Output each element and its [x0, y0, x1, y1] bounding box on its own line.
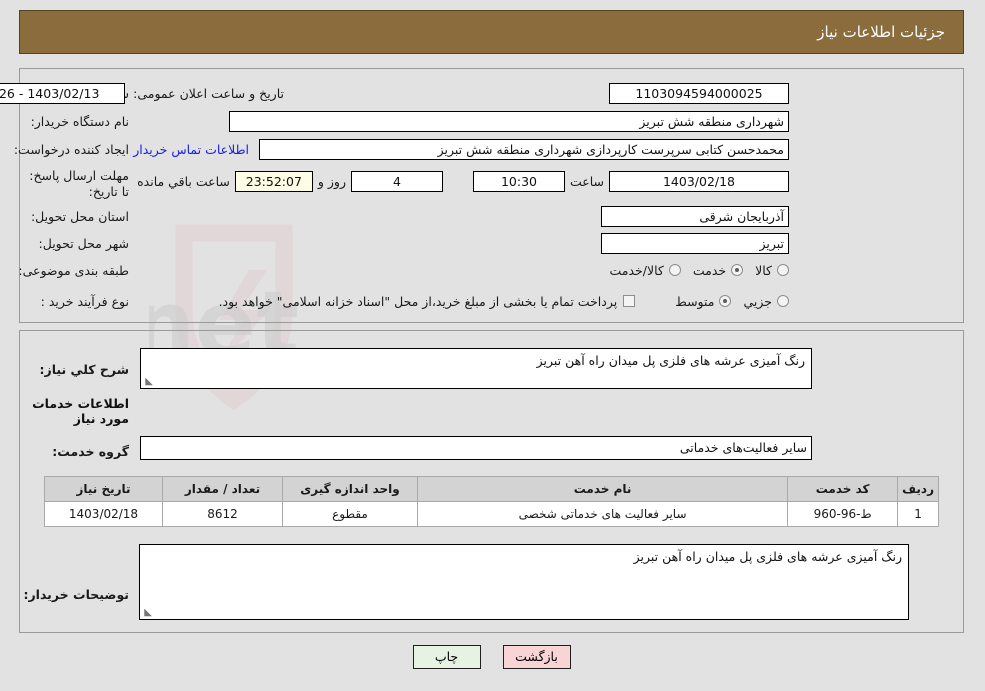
radio-category-khedmat-label: خدمت [693, 262, 728, 278]
city-field-wrap: تبریز [602, 232, 790, 254]
td-quantity: 8612 [163, 501, 284, 527]
buyer-org-label: نام دستگاه خریدار: [31, 113, 130, 129]
need-number-value[interactable]: 1103094594000025 [610, 82, 790, 104]
row-city: شهر محل تحویل: [40, 232, 130, 254]
need-info-panel [20, 68, 965, 323]
process-radio-group: جزیي متوسط پرداخت تمام یا بخشی از مبلغ خ… [208, 290, 790, 312]
table-row: 1 ط-96-960 سایر فعالیت های خدماتی شخصی م… [45, 501, 940, 527]
checkbox-treasury-bonds[interactable] [624, 295, 637, 307]
td-row-no: 1 [898, 501, 940, 527]
process-label: نوع فرآیند خرید : [41, 293, 130, 309]
checkbox-treasury-bonds-label: پرداخت تمام یا بخشی از مبلغ خرید،از محل … [219, 293, 619, 309]
requester-field-wrap: محمدحسن کتابی سرپرست کارپردازی شهرداری م… [134, 138, 790, 160]
deadline-hour-label: ساعت [570, 173, 605, 189]
td-need-date: 1403/02/18 [45, 501, 164, 527]
resize-grip-icon-2[interactable]: ◣ [143, 608, 153, 618]
radio-category-kala[interactable] [778, 264, 790, 276]
td-service-code: ط-96-960 [788, 501, 900, 527]
category-radio-group: کالا خدمت کالا/خدمت [598, 259, 790, 281]
th-row-no: ردیف [898, 476, 940, 502]
public-announce-value[interactable]: 1403/02/13 - 10:26 [0, 82, 127, 104]
td-service-name: سایر فعالیت های خدماتی شخصی [417, 501, 790, 527]
td-unit: مقطوع [283, 501, 419, 527]
page-title-bar: جزئیات اطلاعات نیاز [20, 10, 965, 54]
row-deadline: مهلت ارسال پاسخ: تا تاریخ: [20, 168, 130, 202]
service-group-label: گروه خدمت: [53, 443, 130, 459]
th-service-code: کد خدمت [788, 476, 900, 502]
row-process-type: نوع فرآیند خرید : [42, 290, 130, 312]
services-section-heading: اطلاعات خدمات مورد نیاز [33, 396, 130, 426]
buyer-contact-link[interactable]: اطلاعات تماس خریدار [134, 142, 250, 157]
radio-category-kala-khedmat[interactable] [669, 264, 682, 276]
need-desc-textarea[interactable]: رنگ آمیزی عرشه های فلزی پل میدان راه آهن… [141, 348, 813, 389]
print-button[interactable]: چاپ [413, 645, 482, 669]
remaining-days-label: روز و [318, 173, 347, 189]
row-need-desc: شرح کلي نیاز: [41, 358, 130, 380]
province-field-wrap: آذربایجان شرقی [602, 205, 790, 227]
radio-category-kala-label: کالا [756, 262, 773, 278]
radio-category-khedmat[interactable] [732, 264, 745, 276]
buyer-notes-label: توضیحات خریدار: [24, 586, 130, 602]
remaining-suffix-label: ساعت باقي مانده [138, 173, 231, 189]
requester-label: ایجاد کننده درخواست: [14, 141, 130, 157]
radio-process-jozei-label: جزیي [744, 293, 773, 309]
deadline-label: مهلت ارسال پاسخ: تا تاریخ: [30, 168, 130, 199]
deadline-date-value[interactable]: 1403/02/18 [610, 170, 790, 192]
public-announce-label: تاریخ و ساعت اعلان عمومی: [134, 85, 285, 101]
radio-category-kala-khedmat-label: کالا/خدمت [610, 262, 665, 278]
buyer-org-value[interactable]: شهرداری منطقه شش تبریز [230, 110, 790, 132]
page-root: AriaTender.net جزئیات اطلاعات نیاز شماره… [0, 0, 985, 691]
province-value[interactable]: آذربایجان شرقی [602, 205, 790, 227]
need-desc-label: شرح کلي نیاز: [40, 361, 130, 377]
resize-grip-icon[interactable]: ◣ [144, 377, 154, 387]
deadline-fields: 1403/02/18 ساعت 10:30 4 روز و 23:52:07 س… [133, 170, 790, 192]
province-label: استان محل تحویل: [31, 208, 130, 224]
category-label: طبقه بندی موضوعی: [19, 262, 130, 278]
radio-process-jozei[interactable] [778, 295, 790, 307]
back-button[interactable]: بازگشت [503, 645, 572, 669]
row-category: طبقه بندی موضوعی: [19, 259, 130, 281]
need-number-field-wrap: 1103094594000025 [610, 82, 790, 104]
row-public-announce: تاریخ و ساعت اعلان عمومی: 1403/02/13 - 1… [0, 82, 285, 104]
th-need-date: تاریخ نیاز [45, 476, 164, 502]
requester-value[interactable]: محمدحسن کتابی سرپرست کارپردازی شهرداری م… [260, 138, 790, 160]
buyer-notes-textarea[interactable]: رنگ آمیزی عرشه های فلزی پل میدان راه آهن… [140, 544, 910, 620]
service-group-value[interactable]: سایر فعالیت‌های خدماتی [141, 436, 813, 460]
city-label: شهر محل تحویل: [39, 235, 130, 251]
th-quantity: تعداد / مقدار [163, 476, 284, 502]
radio-process-motevaset-label: متوسط [676, 293, 716, 309]
deadline-time-value[interactable]: 10:30 [473, 170, 566, 192]
row-requester: ایجاد کننده درخواست: [15, 138, 130, 160]
buyer-notes-value: رنگ آمیزی عرشه های فلزی پل میدان راه آهن… [634, 549, 903, 564]
need-desc-value: رنگ آمیزی عرشه های فلزی پل میدان راه آهن… [537, 353, 806, 368]
table-header-row: ردیف کد خدمت نام خدمت واحد اندازه گیری ت… [45, 476, 940, 502]
page-title: جزئیات اطلاعات نیاز [818, 23, 946, 41]
row-buyer-org: نام دستگاه خریدار: [32, 110, 130, 132]
city-value[interactable]: تبریز [602, 232, 790, 254]
remaining-clock-value: 23:52:07 [235, 170, 314, 192]
row-service-group: گروه خدمت: [53, 440, 130, 462]
buyer-org-field-wrap: شهرداری منطقه شش تبریز [230, 110, 790, 132]
services-table: ردیف کد خدمت نام خدمت واحد اندازه گیری ت… [45, 476, 940, 527]
row-province: استان محل تحویل: [32, 205, 130, 227]
th-unit: واحد اندازه گیری [283, 476, 419, 502]
th-service-name: نام خدمت [417, 476, 790, 502]
row-buyer-notes: توضیحات خریدار: [24, 583, 130, 605]
remaining-days-value[interactable]: 4 [351, 170, 444, 192]
footer-button-bar: بازگشت چاپ [0, 645, 985, 669]
service-group-field-wrap: سایر فعالیت‌های خدماتی [141, 436, 813, 460]
radio-process-motevaset[interactable] [720, 295, 733, 307]
